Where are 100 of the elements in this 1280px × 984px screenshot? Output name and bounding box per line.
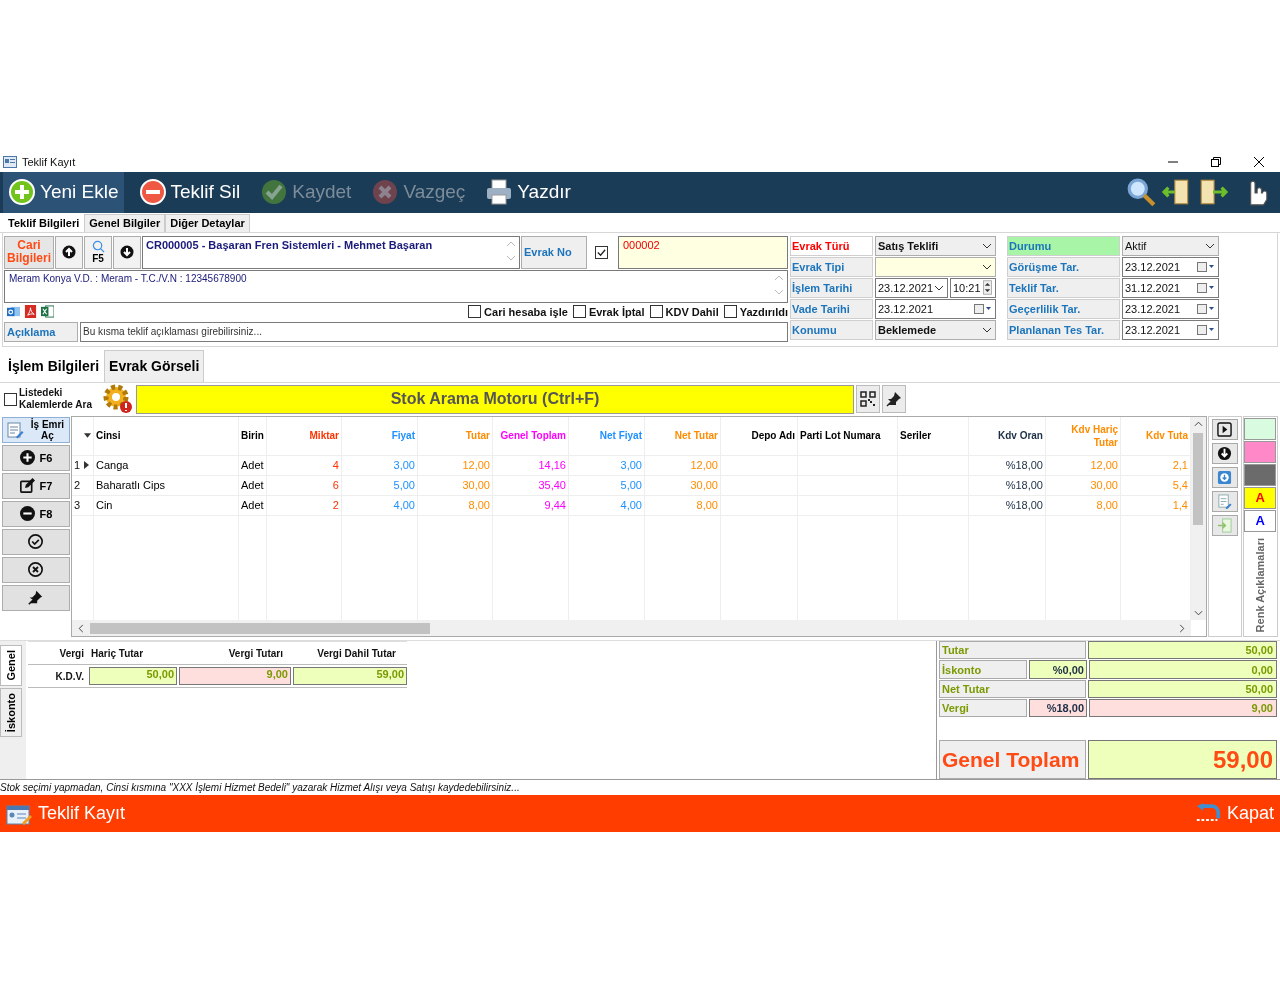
column-header[interactable]: Parti Lot Numara (800, 429, 881, 443)
field-label: Evrak Türü (790, 235, 873, 256)
select-field[interactable]: Satış Teklifi (875, 235, 996, 256)
cari-name-field[interactable]: CR000005 - Başaran Fren Sistemleri - Mehmet Başaran (142, 235, 520, 269)
gear-warning-icon[interactable] (102, 383, 134, 416)
chevron-up-icon[interactable] (1194, 420, 1203, 427)
side-button[interactable]: F6 (2, 444, 70, 471)
minus-circle-icon (19, 506, 35, 522)
play-icon (1217, 421, 1233, 437)
qr-code-button[interactable] (856, 385, 880, 414)
side-button[interactable]: F7 (2, 472, 70, 499)
column-header[interactable]: Cinsi (96, 429, 121, 443)
previous-button[interactable] (55, 235, 83, 269)
calendar-icon[interactable] (1197, 282, 1215, 293)
pin-button[interactable] (882, 385, 906, 414)
restore-icon (1210, 157, 1221, 167)
option-checkbox[interactable]: Cari hesaba işle (468, 305, 568, 319)
time-field[interactable]: 10:21 (950, 277, 996, 298)
side-button[interactable]: İş Emri Aç (2, 416, 70, 443)
total-value: 50,00 (1088, 641, 1277, 660)
spinner-icon[interactable] (983, 280, 992, 296)
date-field[interactable]: 23.12.2021 (875, 298, 996, 319)
date-field[interactable]: 23.12.2021 (1122, 298, 1219, 319)
calendar-icon[interactable] (1197, 303, 1215, 314)
option-checkbox[interactable]: Evrak İptal (572, 305, 645, 319)
note-edit-button[interactable] (1211, 490, 1238, 512)
side-button[interactable] (2, 528, 70, 555)
outlook-icon[interactable] (7, 305, 20, 319)
description-field[interactable]: Bu kısma teklif açıklaması girebilirsiniz... (80, 321, 788, 342)
grand-total-value: 59,00 (1088, 740, 1277, 780)
toolbar-button[interactable]: Yazdır (480, 172, 576, 213)
toolbar-button[interactable]: Yeni Ekle (3, 172, 124, 213)
evrak-no-field[interactable]: 000002 (618, 235, 788, 269)
column-header[interactable]: Depo Adı (751, 429, 795, 443)
rate-field: %18,00 (1029, 699, 1087, 718)
search-button[interactable]: F5 (84, 235, 112, 269)
table-cell: 12,00 (462, 459, 490, 472)
detail-tab[interactable]: Evrak Görseli (104, 349, 205, 382)
column-header[interactable]: Miktar (309, 429, 339, 443)
total-value: 0,00 (1089, 660, 1277, 679)
toolbar-button[interactable]: Teklif Sil (133, 172, 246, 213)
search-icon[interactable] (1126, 177, 1156, 208)
option-checkbox[interactable]: KDV Dahil (649, 305, 719, 319)
play-button[interactable] (1211, 418, 1238, 440)
stock-search-bar[interactable]: Stok Arama Motoru (Ctrl+F) (136, 384, 854, 414)
chevron-down-icon[interactable] (1194, 610, 1203, 617)
column-header[interactable]: Seriler (900, 429, 932, 443)
side-button[interactable] (2, 556, 70, 583)
field-label: Planlanan Tes Tar. (1007, 319, 1120, 340)
select-field[interactable]: Beklemede (875, 319, 996, 340)
evrak-no-checkbox[interactable] (595, 245, 608, 259)
close-icon (1253, 157, 1264, 167)
table-cell: Cin (96, 499, 113, 512)
excel-icon[interactable] (41, 305, 54, 319)
form-tab[interactable]: Diğer Detaylar (165, 213, 250, 232)
date-field[interactable]: 23.12.2021 (1122, 319, 1219, 340)
cari-info-field[interactable]: Meram Konya V.D. : Meram - T.C./V.N : 12345678900 (4, 269, 788, 303)
column-header: Vergi Dahil Tutar (316, 647, 397, 659)
date-field[interactable]: 23.12.2021 (1122, 256, 1219, 277)
grand-total-label: Genel Toplam (939, 740, 1086, 780)
total-label: Vergi (939, 699, 1027, 718)
evrak-no-label: Evrak No (521, 235, 587, 269)
field-label: Görüşme Tar. (1007, 256, 1120, 277)
summary-tab[interactable]: İskonto (0, 687, 22, 737)
option-checkbox[interactable]: Yazdırıldı (723, 305, 788, 319)
select-field[interactable]: Aktif (1122, 235, 1219, 256)
column-header[interactable]: Kdv Oran (997, 429, 1043, 443)
next-button[interactable] (113, 235, 141, 269)
side-button[interactable] (2, 584, 70, 611)
pdf-icon[interactable] (24, 305, 37, 319)
table-cell: 3,00 (393, 459, 415, 472)
horizontal-scrollbar[interactable] (72, 620, 1191, 637)
close-form-button[interactable]: Kapat (1193, 803, 1274, 824)
table-cell: %18,00 (1005, 499, 1043, 512)
chevron-right-icon[interactable] (1179, 623, 1185, 633)
table-cell: 30,00 (1090, 479, 1118, 492)
table-cell: 14,16 (538, 459, 566, 472)
calendar-icon[interactable] (974, 303, 992, 314)
table-cell: Adet (241, 459, 264, 472)
total-label: Net Tutar (939, 679, 1086, 699)
date-field[interactable]: 23.12.2021 (875, 277, 948, 298)
table-cell: 4 (332, 459, 339, 472)
summary-tab[interactable]: Genel (0, 645, 22, 686)
date-field[interactable]: 31.12.2021 (1122, 277, 1219, 298)
table-cell: 2,1 (1172, 459, 1188, 472)
search-in-list-checkbox[interactable]: Listedeki Kalemlerde Ara (4, 387, 102, 412)
select-field[interactable] (875, 256, 996, 277)
column-header: Hariç Tutar (90, 647, 145, 659)
chevron-left-icon[interactable] (78, 623, 84, 633)
calendar-icon[interactable] (1197, 324, 1215, 335)
window-title: Teklif Kayıt (22, 156, 76, 168)
side-button[interactable]: F8 (2, 500, 70, 527)
calendar-icon[interactable] (1197, 261, 1215, 272)
column-header[interactable]: Birin (241, 429, 264, 443)
field-label: Vade Tarihi (790, 298, 873, 319)
table-cell: 30,00 (690, 479, 718, 492)
sort-icon[interactable] (84, 433, 91, 439)
form-tab[interactable]: Genel Bilgiler (84, 213, 166, 232)
download-button[interactable] (1211, 442, 1238, 464)
import-button[interactable] (1211, 466, 1238, 488)
